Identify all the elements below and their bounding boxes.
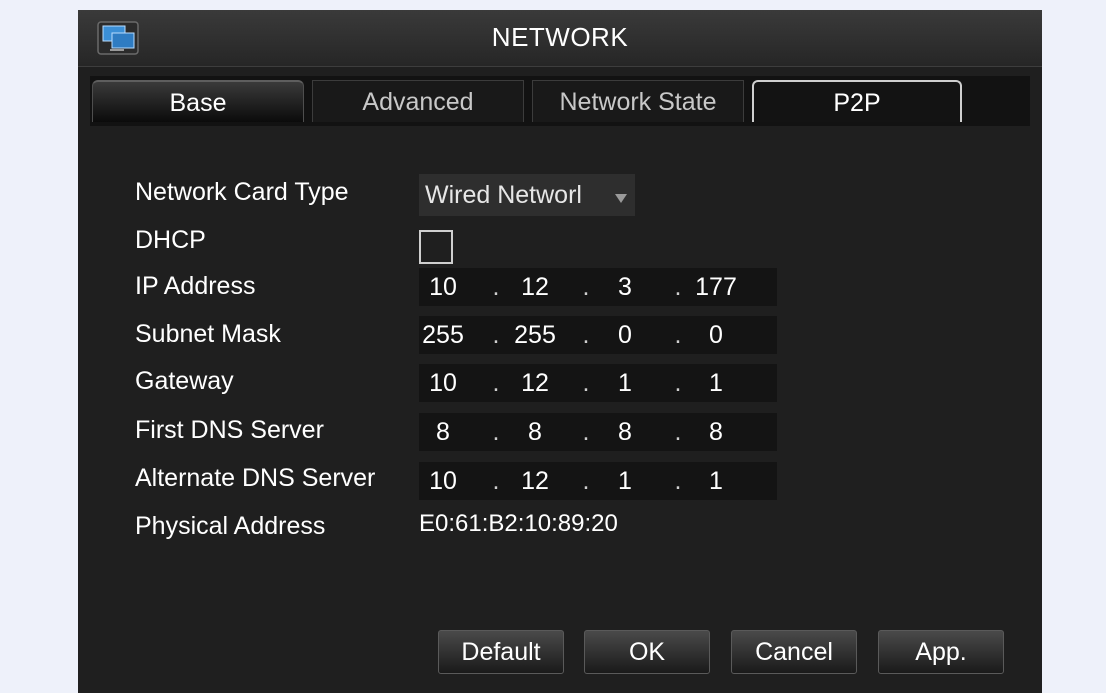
subnet-mask-label: Subnet Mask (135, 320, 281, 348)
network-card-type-label: Network Card Type (135, 178, 349, 206)
ip-address-octet-2[interactable]: 12 (505, 268, 565, 306)
gateway-label: Gateway (135, 367, 234, 395)
tab-p2p[interactable]: P2P (752, 80, 962, 122)
tab-bar: Base Advanced Network State P2P (90, 76, 1030, 126)
ip-address-field: 10 . 12 . 3 . 177 (419, 268, 777, 306)
apply-button[interactable]: App. (878, 630, 1004, 674)
first-dns-octet-4[interactable]: 8 (681, 413, 751, 451)
dhcp-label: DHCP (135, 226, 206, 254)
dhcp-checkbox[interactable] (419, 230, 453, 264)
octet-separator: . (582, 273, 590, 301)
alternate-dns-octet-4[interactable]: 1 (681, 462, 751, 500)
tab-advanced[interactable]: Advanced (312, 80, 524, 122)
ip-address-octet-3[interactable]: 3 (595, 268, 655, 306)
default-button[interactable]: Default (438, 630, 564, 674)
alternate-dns-field: 10 . 12 . 1 . 1 (419, 462, 777, 500)
physical-address-value: E0:61:B2:10:89:20 (419, 510, 618, 537)
octet-separator: . (492, 467, 500, 495)
octet-separator: . (582, 369, 590, 397)
octet-separator: . (582, 418, 590, 446)
alternate-dns-octet-2[interactable]: 12 (505, 462, 565, 500)
octet-separator: . (582, 321, 590, 349)
network-card-type-select[interactable]: Wired Networl (419, 174, 635, 216)
octet-separator: . (492, 418, 500, 446)
physical-address-label: Physical Address (135, 512, 326, 540)
chevron-down-icon (615, 194, 627, 203)
first-dns-octet-1[interactable]: 8 (419, 413, 467, 451)
ip-address-octet-1[interactable]: 10 (419, 268, 467, 306)
alternate-dns-octet-1[interactable]: 10 (419, 462, 467, 500)
dialog-title: NETWORK (491, 22, 629, 52)
subnet-mask-octet-2[interactable]: 255 (505, 316, 565, 354)
gateway-field: 10 . 12 . 1 . 1 (419, 364, 777, 402)
first-dns-field: 8 . 8 . 8 . 8 (419, 413, 777, 451)
cancel-button[interactable]: Cancel (731, 630, 857, 674)
first-dns-octet-3[interactable]: 8 (595, 413, 655, 451)
ip-address-label: IP Address (135, 272, 256, 300)
octet-separator: . (492, 321, 500, 349)
title-bar: NETWORK (78, 10, 1042, 67)
subnet-mask-octet-1[interactable]: 255 (419, 316, 467, 354)
first-dns-octet-2[interactable]: 8 (505, 413, 565, 451)
network-dialog: NETWORK Base Advanced Network State P2P … (78, 10, 1042, 693)
octet-separator: . (492, 273, 500, 301)
gateway-octet-2[interactable]: 12 (505, 364, 565, 402)
gateway-octet-3[interactable]: 1 (595, 364, 655, 402)
tab-network-state[interactable]: Network State (532, 80, 744, 122)
first-dns-label: First DNS Server (135, 416, 324, 444)
subnet-mask-octet-4[interactable]: 0 (681, 316, 751, 354)
alternate-dns-octet-3[interactable]: 1 (595, 462, 655, 500)
ok-button[interactable]: OK (584, 630, 710, 674)
octet-separator: . (582, 467, 590, 495)
alternate-dns-label: Alternate DNS Server (135, 464, 376, 492)
network-card-type-value: Wired Networl (425, 181, 582, 209)
subnet-mask-octet-3[interactable]: 0 (595, 316, 655, 354)
ip-address-octet-4[interactable]: 177 (681, 268, 751, 306)
gateway-octet-4[interactable]: 1 (681, 364, 751, 402)
subnet-mask-field: 255 . 255 . 0 . 0 (419, 316, 777, 354)
tab-base[interactable]: Base (92, 80, 304, 122)
gateway-octet-1[interactable]: 10 (419, 364, 467, 402)
octet-separator: . (492, 369, 500, 397)
